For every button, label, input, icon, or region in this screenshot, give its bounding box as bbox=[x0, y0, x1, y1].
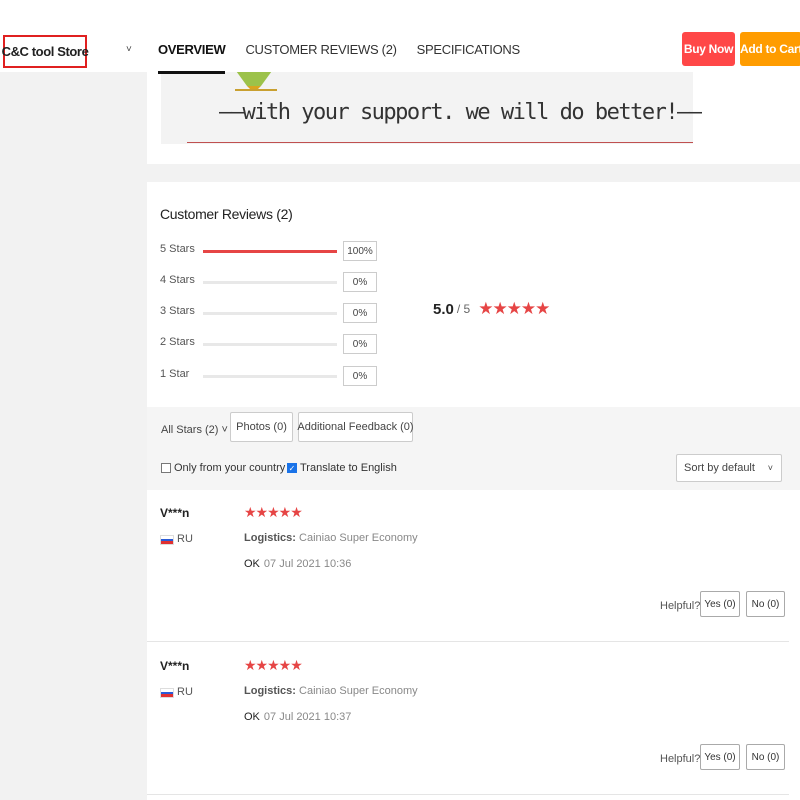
top-bar: C&C tool Store ˅ OVERVIEW CUSTOMER REVIE… bbox=[0, 0, 800, 74]
rating-bar bbox=[203, 281, 337, 284]
rating-bar bbox=[203, 312, 337, 315]
tab-customer-reviews[interactable]: CUSTOMER REVIEWS (2) bbox=[245, 42, 397, 74]
add-to-cart-button[interactable]: Add to Cart bbox=[740, 32, 800, 66]
rating-label: 3 Stars bbox=[160, 305, 195, 317]
review-item: V***n RU ★★★★★ Logistics: Cainiao Super … bbox=[147, 490, 800, 642]
reviews-title: Customer Reviews (2) bbox=[160, 206, 293, 222]
rating-row-2[interactable]: 2 Stars 0% bbox=[160, 334, 390, 354]
banner-image: ——with your support. we will do better!—… bbox=[161, 64, 702, 144]
review-date: 07 Jul 2021 10:36 bbox=[263, 558, 352, 570]
helpful-no-button[interactable]: No (0) bbox=[746, 591, 785, 617]
star-icon: ★★★★★ bbox=[478, 299, 550, 318]
store-name-button[interactable]: C&C tool Store bbox=[2, 35, 89, 68]
rating-bar bbox=[203, 250, 337, 253]
review-date: 07 Jul 2021 10:37 bbox=[263, 711, 352, 723]
description-banner-card: ——with your support. we will do better!—… bbox=[147, 64, 800, 164]
rating-percent: 0% bbox=[343, 334, 377, 354]
average-out-of: / 5 bbox=[456, 302, 471, 316]
star-icon: ★★★★★ bbox=[244, 504, 303, 520]
banner-text: ——with your support. we will do better!—… bbox=[219, 100, 702, 125]
rating-row-4[interactable]: 4 Stars 0% bbox=[160, 272, 390, 292]
russia-flag-icon bbox=[160, 535, 174, 545]
helpful-yes-button[interactable]: Yes (0) bbox=[700, 591, 740, 617]
all-stars-dropdown[interactable]: All Stars (2) ˅ bbox=[161, 424, 228, 436]
logistics-label: Logistics: bbox=[244, 532, 296, 544]
rating-percent: 0% bbox=[343, 366, 377, 386]
review-content: OK 07 Jul 2021 10:37 bbox=[244, 711, 351, 723]
average-score: 5.0 bbox=[433, 300, 454, 318]
reviewer-country: RU bbox=[177, 533, 193, 545]
only-country-checkbox[interactable]: Only from your country bbox=[161, 462, 285, 474]
russia-flag-icon bbox=[160, 688, 174, 698]
additional-feedback-button[interactable]: Additional Feedback (0) bbox=[297, 412, 414, 442]
logistics-label: Logistics: bbox=[244, 685, 296, 697]
star-icon: ★★★★★ bbox=[244, 657, 303, 673]
review-item: V***n RU ★★★★★ Logistics: Cainiao Super … bbox=[147, 643, 800, 795]
chevron-down-icon[interactable]: ˅ bbox=[126, 44, 132, 55]
rating-row-3[interactable]: 3 Stars 0% bbox=[160, 303, 390, 323]
reviewer-name: V***n bbox=[160, 506, 190, 520]
banner-divider bbox=[187, 142, 693, 143]
tab-overview[interactable]: OVERVIEW bbox=[158, 42, 226, 74]
review-logistics: Logistics: Cainiao Super Economy bbox=[244, 685, 418, 697]
rating-label: 4 Stars bbox=[160, 274, 195, 286]
rating-row-1[interactable]: 1 Star 0% bbox=[160, 366, 390, 386]
rating-percent: 0% bbox=[343, 272, 377, 292]
helpful-label: Helpful? bbox=[660, 753, 701, 765]
helpful-yes-button[interactable]: Yes (0) bbox=[700, 744, 740, 770]
rating-bar bbox=[203, 343, 337, 346]
sort-dropdown[interactable]: Sort by default ˅ bbox=[676, 454, 782, 482]
rating-percent: 0% bbox=[343, 303, 377, 323]
review-divider bbox=[147, 641, 789, 642]
tab-specifications[interactable]: SPECIFICATIONS bbox=[417, 42, 520, 74]
review-divider bbox=[147, 794, 789, 795]
rating-bar-fill bbox=[203, 250, 337, 253]
logistics-value: Cainiao Super Economy bbox=[299, 685, 418, 697]
customer-reviews-section: Customer Reviews (2) 5 Stars 100% 4 Star… bbox=[147, 182, 800, 800]
sort-value: Sort by default bbox=[684, 462, 755, 474]
tab-bar: OVERVIEW CUSTOMER REVIEWS (2) SPECIFICAT… bbox=[158, 42, 540, 74]
review-text: OK bbox=[244, 558, 260, 570]
reviewer-country: RU bbox=[177, 686, 193, 698]
chevron-down-icon: ˅ bbox=[767, 463, 773, 473]
average-rating: 5.0 / 5 ★★★★★ bbox=[433, 299, 550, 319]
photos-filter-button[interactable]: Photos (0) bbox=[230, 412, 293, 442]
checkbox-checked-icon[interactable]: ✓ bbox=[287, 463, 297, 473]
rating-label: 5 Stars bbox=[160, 243, 195, 255]
rating-label: 1 Star bbox=[160, 368, 190, 380]
rating-percent: 100% bbox=[343, 241, 377, 261]
translate-label: Translate to English bbox=[300, 462, 397, 474]
translate-checkbox[interactable]: ✓ Translate to English bbox=[287, 462, 397, 474]
checkbox-unchecked-icon[interactable] bbox=[161, 463, 171, 473]
review-logistics: Logistics: Cainiao Super Economy bbox=[244, 532, 418, 544]
rating-row-5[interactable]: 5 Stars 100% bbox=[160, 241, 390, 261]
review-filters: All Stars (2) ˅ Photos (0) Additional Fe… bbox=[147, 407, 800, 490]
logistics-value: Cainiao Super Economy bbox=[299, 532, 418, 544]
reviewer-name: V***n bbox=[160, 659, 190, 673]
helpful-no-button[interactable]: No (0) bbox=[746, 744, 785, 770]
rating-label: 2 Stars bbox=[160, 336, 195, 348]
rating-bar bbox=[203, 375, 337, 378]
helpful-label: Helpful? bbox=[660, 600, 701, 612]
review-text: OK bbox=[244, 711, 260, 723]
buy-now-button[interactable]: Buy Now bbox=[682, 32, 735, 66]
only-country-label: Only from your country bbox=[174, 462, 286, 474]
review-content: OK 07 Jul 2021 10:36 bbox=[244, 558, 351, 570]
